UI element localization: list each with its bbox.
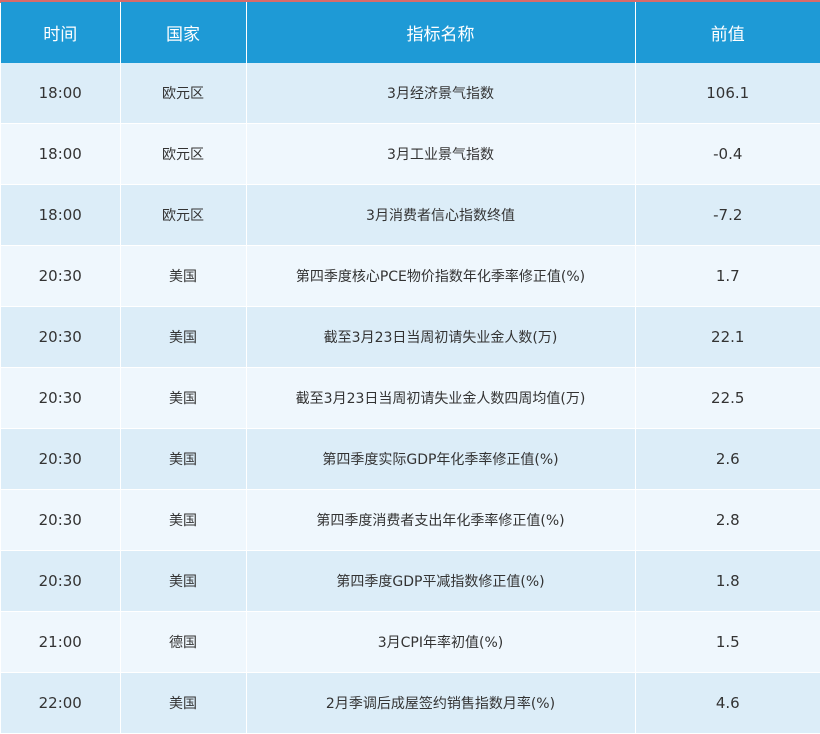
cell-indicator-name: 第四季度GDP平减指数修正值(%) [246,550,636,612]
cell-indicator-name: 3月经济景气指数 [246,63,636,124]
cell-country: 德国 [120,611,247,673]
economic-calendar-table: 时间 国家 指标名称 前值 18:00 欧元区 3月经济景气指数 106.1 1… [1,2,820,734]
cell-time: 20:30 [1,489,121,551]
cell-country: 美国 [120,550,247,612]
cell-time: 18:00 [1,123,121,185]
cell-previous-value: 22.5 [635,367,820,429]
cell-previous-value: 1.8 [635,550,820,612]
cell-previous-value: 22.1 [635,306,820,368]
cell-indicator-name: 3月工业景气指数 [246,123,636,185]
cell-previous-value: 2.8 [635,489,820,551]
cell-indicator-name: 2月季调后成屋签约销售指数月率(%) [246,672,636,734]
column-header-time: 时间 [1,2,121,63]
cell-country: 欧元区 [120,123,247,185]
table-row: 20:30 美国 第四季度实际GDP年化季率修正值(%) 2.6 [1,428,820,490]
cell-previous-value: 1.5 [635,611,820,673]
cell-country: 美国 [120,245,247,307]
column-header-indicator-name: 指标名称 [246,2,636,63]
cell-previous-value: -7.2 [635,184,820,246]
cell-time: 21:00 [1,611,121,673]
cell-country: 美国 [120,428,247,490]
table-row: 18:00 欧元区 3月经济景气指数 106.1 [1,63,820,124]
table-row: 22:00 美国 2月季调后成屋签约销售指数月率(%) 4.6 [1,672,820,734]
cell-indicator-name: 第四季度消费者支出年化季率修正值(%) [246,489,636,551]
table-row: 20:30 美国 第四季度消费者支出年化季率修正值(%) 2.8 [1,489,820,551]
cell-indicator-name: 3月CPI年率初值(%) [246,611,636,673]
cell-time: 18:00 [1,184,121,246]
cell-indicator-name: 截至3月23日当周初请失业金人数(万) [246,306,636,368]
cell-time: 20:30 [1,428,121,490]
cell-previous-value: 1.7 [635,245,820,307]
cell-time: 20:30 [1,306,121,368]
table-header: 时间 国家 指标名称 前值 [1,2,820,63]
cell-previous-value: 2.6 [635,428,820,490]
header-row: 时间 国家 指标名称 前值 [1,2,820,63]
table-row: 20:30 美国 截至3月23日当周初请失业金人数(万) 22.1 [1,306,820,368]
cell-time: 20:30 [1,550,121,612]
cell-country: 美国 [120,367,247,429]
cell-previous-value: 4.6 [635,672,820,734]
cell-time: 22:00 [1,672,121,734]
cell-country: 美国 [120,306,247,368]
table-row: 18:00 欧元区 3月消费者信心指数终值 -7.2 [1,184,820,246]
cell-time: 20:30 [1,367,121,429]
table-row: 21:00 德国 3月CPI年率初值(%) 1.5 [1,611,820,673]
table-row: 18:00 欧元区 3月工业景气指数 -0.4 [1,123,820,185]
cell-indicator-name: 第四季度实际GDP年化季率修正值(%) [246,428,636,490]
table-body: 18:00 欧元区 3月经济景气指数 106.1 18:00 欧元区 3月工业景… [1,63,820,734]
cell-indicator-name: 截至3月23日当周初请失业金人数四周均值(万) [246,367,636,429]
cell-indicator-name: 3月消费者信心指数终值 [246,184,636,246]
table-row: 20:30 美国 截至3月23日当周初请失业金人数四周均值(万) 22.5 [1,367,820,429]
cell-country: 美国 [120,489,247,551]
cell-indicator-name: 第四季度核心PCE物价指数年化季率修正值(%) [246,245,636,307]
column-header-country: 国家 [120,2,247,63]
column-header-previous-value: 前值 [635,2,820,63]
cell-previous-value: 106.1 [635,63,820,124]
cell-previous-value: -0.4 [635,123,820,185]
table-row: 20:30 美国 第四季度GDP平减指数修正值(%) 1.8 [1,550,820,612]
cell-country: 欧元区 [120,63,247,124]
cell-time: 20:30 [1,245,121,307]
cell-country: 欧元区 [120,184,247,246]
cell-country: 美国 [120,672,247,734]
table-row: 20:30 美国 第四季度核心PCE物价指数年化季率修正值(%) 1.7 [1,245,820,307]
cell-time: 18:00 [1,63,121,124]
